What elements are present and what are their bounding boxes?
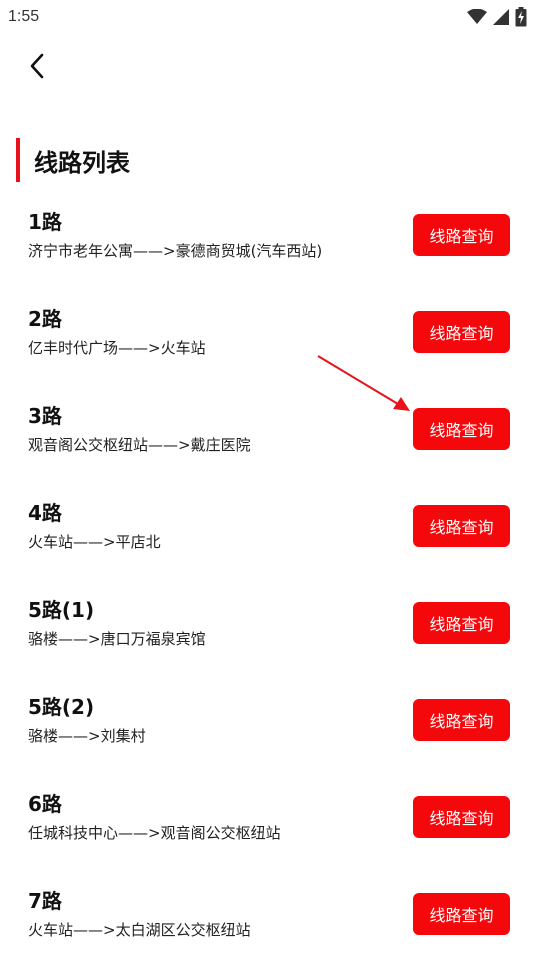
route-description: 骆楼——>唐口万福泉宾馆 (28, 630, 206, 648)
status-time: 1:55 (8, 8, 40, 25)
route-name: 4路 (28, 501, 62, 525)
route-name: 3路 (28, 404, 62, 428)
route-name: 1路 (28, 210, 62, 234)
back-button[interactable] (18, 48, 58, 88)
chevron-left-icon (28, 53, 48, 83)
route-query-button[interactable]: 线路查询 (413, 311, 510, 353)
battery-charging-icon (515, 7, 527, 27)
status-icons (467, 6, 527, 28)
wifi-icon (467, 9, 487, 25)
route-name: 5路(2) (28, 695, 95, 719)
route-name: 7路 (28, 889, 62, 913)
route-item-5-2: 5路(2) 骆楼——>刘集村 线路查询 (0, 683, 537, 780)
route-description: 观音阁公交枢纽站——>戴庄医院 (28, 436, 251, 454)
route-item-4: 4路 火车站——>平店北 线路查询 (0, 489, 537, 586)
route-query-button[interactable]: 线路查询 (413, 214, 510, 256)
route-item-2: 2路 亿丰时代广场——>火车站 线路查询 (0, 295, 537, 392)
route-query-button[interactable]: 线路查询 (413, 505, 510, 547)
route-name: 2路 (28, 307, 62, 331)
route-query-button[interactable]: 线路查询 (413, 796, 510, 838)
route-query-button[interactable]: 线路查询 (413, 893, 510, 935)
route-item-6: 6路 任城科技中心——>观音阁公交枢纽站 线路查询 (0, 780, 537, 877)
route-description: 济宁市老年公寓——>豪德商贸城(汽车西站) (28, 242, 323, 260)
route-description: 亿丰时代广场——>火车站 (28, 339, 206, 357)
route-query-button[interactable]: 线路查询 (413, 408, 510, 450)
section-accent-bar (16, 138, 20, 182)
route-item-3: 3路 观音阁公交枢纽站——>戴庄医院 线路查询 (0, 392, 537, 489)
route-description: 骆楼——>刘集村 (28, 727, 146, 745)
cell-signal-icon (493, 9, 509, 25)
route-item-1: 1路 济宁市老年公寓——>豪德商贸城(汽车西站) 线路查询 (0, 198, 537, 295)
route-name: 6路 (28, 792, 62, 816)
section-title: 线路列表 (34, 148, 130, 177)
route-name: 5路(1) (28, 598, 95, 622)
route-item-7: 7路 火车站——>太白湖区公交枢纽站 线路查询 (0, 877, 537, 974)
route-description: 任城科技中心——>观音阁公交枢纽站 (28, 824, 281, 842)
route-description: 火车站——>平店北 (28, 533, 161, 551)
route-description: 火车站——>太白湖区公交枢纽站 (28, 921, 251, 939)
route-query-button[interactable]: 线路查询 (413, 699, 510, 741)
section-header: 线路列表 (16, 138, 130, 182)
route-item-5-1: 5路(1) 骆楼——>唐口万福泉宾馆 线路查询 (0, 586, 537, 683)
route-query-button[interactable]: 线路查询 (413, 602, 510, 644)
status-bar: 1:55 (0, 0, 537, 36)
route-list: 1路 济宁市老年公寓——>豪德商贸城(汽车西站) 线路查询 2路 亿丰时代广场—… (0, 198, 537, 974)
